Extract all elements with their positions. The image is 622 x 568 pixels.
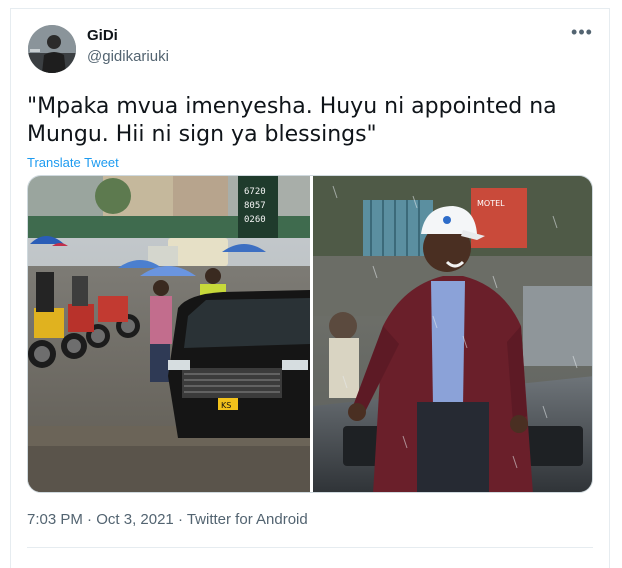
fuel-sign-line-1: 6720 bbox=[244, 187, 266, 197]
tweet-text: "Mpaka mvua imenyesha. Huyu ni appointed… bbox=[27, 94, 557, 147]
motel-sign: MOTEL bbox=[477, 199, 505, 208]
license-plate: KS bbox=[221, 401, 231, 410]
more-horizontal-icon[interactable]: ••• bbox=[571, 23, 593, 43]
tweet-time[interactable]: 7:03 PM bbox=[27, 511, 83, 528]
tweet-meta: 7:03 PM · Oct 3, 2021 · Twitter for Andr… bbox=[27, 511, 308, 528]
media-grid: 6720 8057 0260 KS MOTEL bbox=[27, 175, 593, 493]
display-name[interactable]: GiDi bbox=[87, 27, 118, 44]
tweet-card: GiDi @gidikariuki ••• "Mpaka mvua imenye… bbox=[10, 8, 610, 568]
fuel-sign-line-2: 8057 bbox=[244, 201, 266, 211]
tweet-source[interactable]: Twitter for Android bbox=[187, 511, 308, 528]
user-handle[interactable]: @gidikariuki bbox=[87, 48, 169, 65]
meta-separator-2: · bbox=[173, 511, 187, 528]
photo-man-in-rain[interactable]: MOTEL bbox=[313, 176, 592, 492]
avatar[interactable] bbox=[28, 25, 76, 73]
tweet-date[interactable]: Oct 3, 2021 bbox=[96, 511, 174, 528]
meta-separator-1: · bbox=[82, 511, 97, 528]
fuel-sign-line-3: 0260 bbox=[244, 215, 266, 225]
divider bbox=[27, 547, 593, 548]
photo-street-crowd[interactable]: 6720 8057 0260 KS bbox=[28, 176, 310, 492]
translate-tweet-link[interactable]: Translate Tweet bbox=[27, 155, 119, 170]
